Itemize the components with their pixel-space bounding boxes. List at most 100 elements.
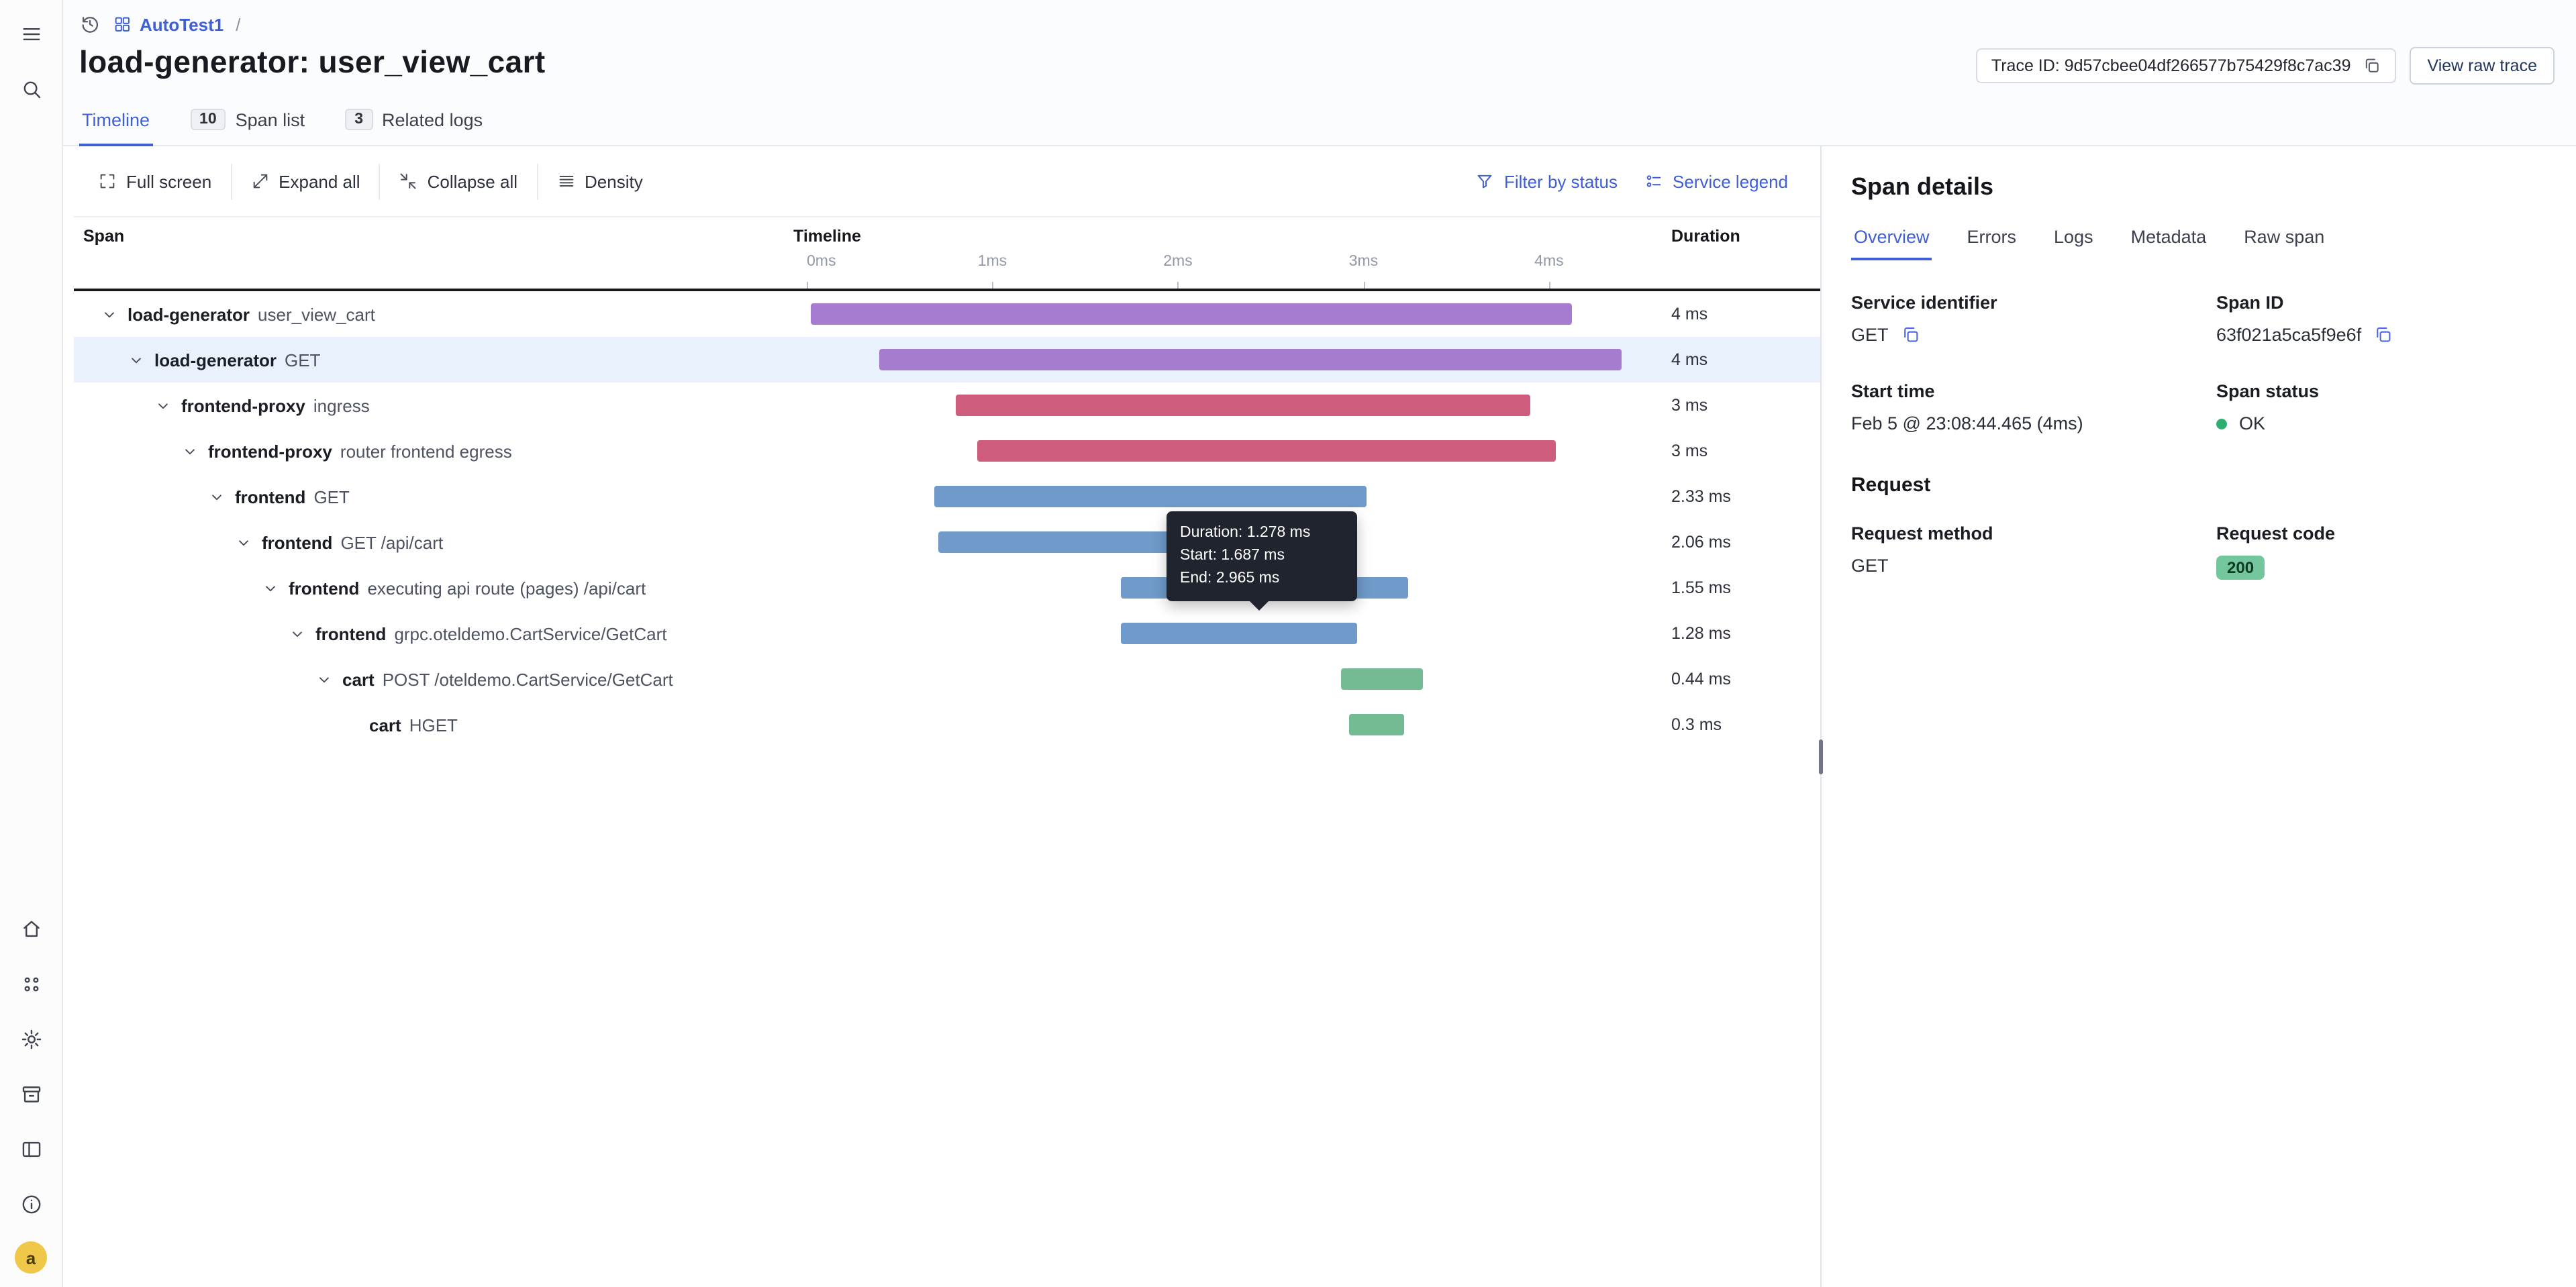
span-row[interactable]: cartPOST /oteldemo.CartService/GetCart0.… [74,656,1820,702]
details-tab-errors[interactable]: Errors [1965,219,2020,260]
span-duration-bar[interactable] [811,303,1572,325]
span-row[interactable]: frontend-proxyrouter frontend egress3 ms [74,428,1820,474]
history-icon[interactable] [79,13,101,35]
sidebar-archive-button[interactable] [13,1076,48,1111]
span-row[interactable]: frontendGET /api/cart2.06 ms [74,519,1820,565]
chevron-down-icon[interactable] [286,623,307,644]
span-name-cell: cartPOST /oteldemo.CartService/GetCart [74,668,807,690]
span-operation-name: grpc.oteldemo.CartService/GetCart [394,623,666,644]
copy-icon[interactable] [2373,325,2393,345]
span-service-name: frontend-proxy [208,441,332,461]
tab-count-badge: 10 [190,109,226,130]
span-duration-bar[interactable] [1348,714,1404,735]
chevron-down-icon[interactable] [232,531,254,553]
page-header: AutoTest1 / load-generator: user_view_ca… [63,0,2576,146]
tab-span-list[interactable]: 10 Span list [187,98,307,145]
filter-icon [1476,172,1495,191]
span-row[interactable]: frontend executing api route (pages) /api… [74,565,1820,611]
sidebar-search-button[interactable] [13,71,48,106]
details-tab-metadata[interactable]: Metadata [2128,219,2210,260]
span-operation-name: POST /oteldemo.CartService/GetCart [383,669,673,689]
field-value: Feb 5 @ 23:08:44.465 (4ms) [1851,413,2216,433]
main-area: AutoTest1 / load-generator: user_view_ca… [63,0,2576,1287]
span-duration-bar[interactable] [935,486,1367,507]
expand-all-button[interactable]: Expand all [230,163,379,199]
collapse-all-button[interactable]: Collapse all [379,163,536,199]
span-operation-name: executing api route (pages) /api/cart [367,578,646,598]
span-service-name: frontend [262,532,332,552]
chevron-down-icon[interactable] [98,303,119,325]
span-name-cell: frontendGET [74,486,807,507]
sidebar-top [13,16,48,106]
copy-icon[interactable] [1901,325,1921,345]
tab-label: Span list [236,109,305,130]
chevron-down-icon[interactable] [125,349,146,370]
sidebar-info-button[interactable] [13,1186,48,1221]
span-duration-bar[interactable] [879,349,1622,370]
span-service-name: load-generator [128,304,250,324]
span-operation-name: HGET [409,715,458,735]
tab-related-logs[interactable]: 3Related logs [342,98,485,145]
sidebar: a [0,0,63,1287]
span-duration-bar[interactable] [1120,623,1357,644]
sidebar-bottom-icons [13,911,48,1221]
collapse-icon [399,172,418,191]
sidebar-settings-gear-button[interactable] [13,1021,48,1056]
chevron-down-icon[interactable] [259,577,281,599]
span-service-name: load-generator [154,350,277,370]
filter-by-status-button[interactable]: Filter by status [1463,163,1631,199]
copy-icon[interactable] [2363,56,2382,75]
field-span-status: Span statusOK [2216,381,2544,433]
view-raw-trace-button[interactable]: View raw trace [2410,47,2555,85]
title-actions: Trace ID: 9d57cbee04df266577b75429f8c7ac… [1977,47,2555,85]
search-icon [19,77,42,100]
apps-icon [19,972,42,995]
field-request-code: Request code200 [2216,523,2544,580]
span-duration-bar[interactable] [955,395,1530,416]
chevron-down-icon[interactable] [313,668,334,690]
span-row[interactable]: load-generatoruser_view_cart4 ms [74,291,1820,337]
span-row[interactable]: frontend-proxyingress3 ms [74,382,1820,428]
sidebar-apps-button[interactable] [13,966,48,1001]
breadcrumb-app-link[interactable]: AutoTest1 [113,14,224,34]
tick-mark [1549,282,1550,289]
span-name-cell: cartHGET [74,715,807,735]
sidebar-home-button[interactable] [13,911,48,946]
details-fields: Service identifierGETSpan ID63f021a5ca5f… [1851,293,2544,433]
span-operation-name: GET [313,486,349,507]
chevron-down-icon[interactable] [179,440,200,462]
trace-id-box[interactable]: Trace ID: 9d57cbee04df266577b75429f8c7ac… [1977,48,2397,83]
details-tab-overview[interactable]: Overview [1851,219,1932,260]
span-row[interactable]: frontendGET2.33 ms [74,474,1820,519]
legend-icon [1644,172,1663,191]
service-legend-button[interactable]: Service legend [1631,163,1801,199]
sidebar-layout-button[interactable] [13,1131,48,1166]
field-label: Span status [2216,381,2544,401]
sidebar-menu-button[interactable] [13,16,48,51]
density-button[interactable]: Density [536,163,662,199]
panel-resize-handle[interactable] [1820,146,1824,1287]
full-screen-button[interactable]: Full screen [79,163,230,199]
span-track [807,702,1651,748]
field-label: Span ID [2216,293,2544,313]
span-row[interactable]: cartHGET0.3 ms [74,702,1820,748]
details-tab-raw-span[interactable]: Raw span [2241,219,2327,260]
span-name-cell: frontend-proxyrouter frontend egress [74,440,807,462]
field-label: Start time [1851,381,2216,401]
tick-mark [992,282,993,289]
avatar[interactable]: a [15,1241,47,1274]
tab-timeline[interactable]: Timeline [79,98,152,145]
span-duration-text: 3 ms [1651,396,1820,415]
waterfall-header: Span Timeline 0ms1ms2ms3ms4ms Duration [74,217,1820,291]
resize-grip[interactable] [1819,739,1823,774]
details-tab-logs[interactable]: Logs [2051,219,2096,260]
span-row[interactable]: load-generatorGET4 ms [74,337,1820,382]
chevron-down-icon[interactable] [205,486,227,507]
chevron-down-icon[interactable] [152,395,173,416]
span-row[interactable]: frontendgrpc.oteldemo.CartService/GetCar… [74,611,1820,656]
menu-icon [19,22,42,45]
span-service-name: frontend [289,578,359,598]
span-duration-bar[interactable] [1341,668,1423,690]
span-duration-bar[interactable] [977,440,1556,462]
breadcrumb: AutoTest1 / [77,13,2555,35]
